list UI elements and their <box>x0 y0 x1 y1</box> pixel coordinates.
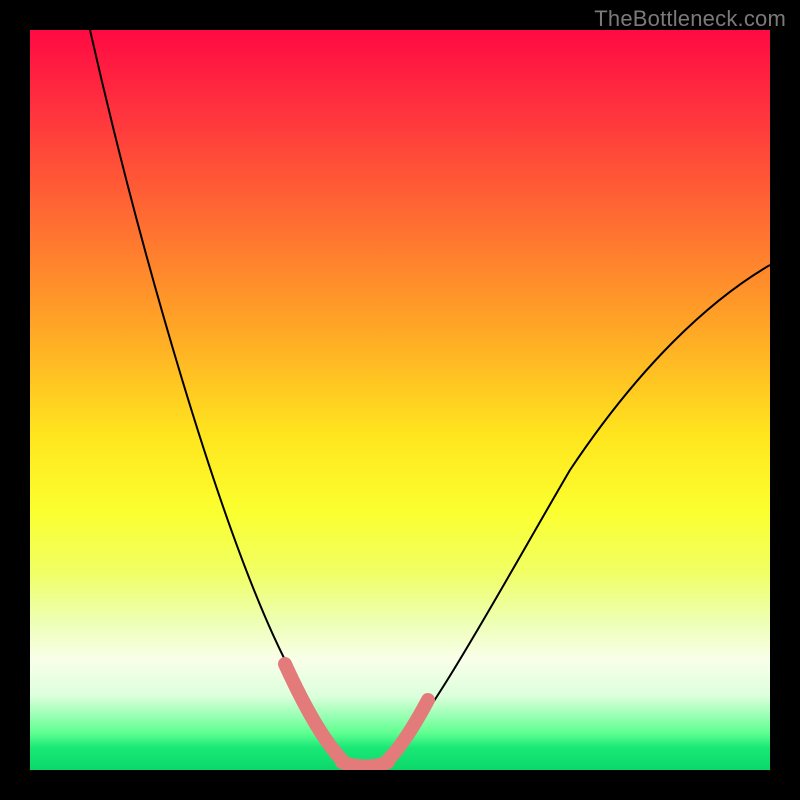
curve-right-branch <box>388 265 770 762</box>
marker-left <box>285 664 342 760</box>
marker-right <box>388 700 428 760</box>
marker-bottom <box>342 762 388 767</box>
curve-layer <box>30 30 770 770</box>
plot-area <box>30 30 770 770</box>
curve-left-branch <box>90 30 345 762</box>
watermark-text: TheBottleneck.com <box>594 6 786 32</box>
chart-frame: TheBottleneck.com <box>0 0 800 800</box>
